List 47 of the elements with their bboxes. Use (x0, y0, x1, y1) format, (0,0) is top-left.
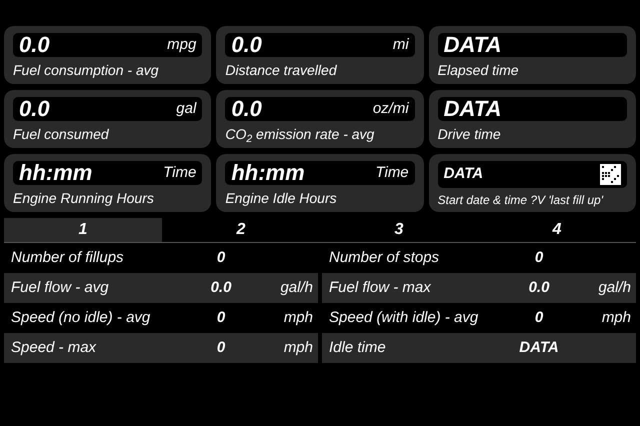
stat-label: Number of stops (329, 248, 440, 268)
stat-value: 0 (216, 338, 226, 358)
stat-unit: gal/h (279, 278, 313, 298)
card-label: Fuel consumption - avg (13, 61, 160, 80)
card-label: Distance travelled (225, 61, 338, 80)
stat-label: Fuel flow - avg (11, 278, 110, 298)
stat-unit: mph (600, 308, 631, 328)
stat-label: Fuel flow - max (329, 278, 432, 298)
value-text: 0.0 (231, 98, 262, 120)
tab[interactable]: 1 (4, 218, 162, 242)
value-text: DATA (444, 34, 502, 56)
unit-text: mpg (167, 34, 196, 55)
stat-unit: mph (282, 308, 313, 328)
unit-text: gal (176, 98, 196, 119)
card-label: Engine Running Hours (13, 189, 155, 208)
card-label: Engine Idle Hours (225, 189, 338, 208)
card-label: Start date & time ?V 'last fill up' (438, 192, 604, 209)
grid-icon[interactable] (600, 164, 621, 185)
card-label: Fuel consumed (13, 125, 110, 144)
stat-value: 0 (216, 248, 226, 268)
stat-value: 0 (534, 248, 544, 268)
stat-value: DATA (518, 338, 560, 358)
unit-text: Time (163, 162, 196, 183)
stat-label: Idle time (329, 338, 387, 358)
unit-text: mi (392, 34, 409, 55)
value-text: DATA (444, 98, 502, 120)
stat-value: 0.0 (210, 278, 232, 298)
stat-label: Speed (no idle) - avg (11, 308, 152, 328)
card-label: Drive time (438, 125, 502, 144)
stat-value: 0 (216, 308, 226, 328)
value-text: hh:mm (19, 162, 92, 184)
value-text: DATA (444, 164, 484, 184)
value-text: 0.0 (231, 34, 262, 56)
stat-unit: gal/h (597, 278, 631, 298)
value-text: 0.0 (19, 34, 50, 56)
card-label: Elapsed time (438, 61, 520, 80)
unit-text: Time (375, 162, 409, 183)
stat-label: Speed - max (11, 338, 98, 358)
value-text: hh:mm (231, 162, 305, 184)
stat-value: 0 (534, 308, 544, 328)
stat-value: 0.0 (528, 278, 550, 298)
stat-unit: mph (282, 338, 313, 358)
unit-text: oz/mi (372, 98, 409, 119)
value-text: 0.0 (19, 98, 50, 120)
stat-label: Speed (with idle) - avg (329, 308, 480, 328)
stat-label: Number of fillups (11, 248, 125, 268)
card-label: CO$_{2}$ emission rate - avg (225, 125, 376, 145)
